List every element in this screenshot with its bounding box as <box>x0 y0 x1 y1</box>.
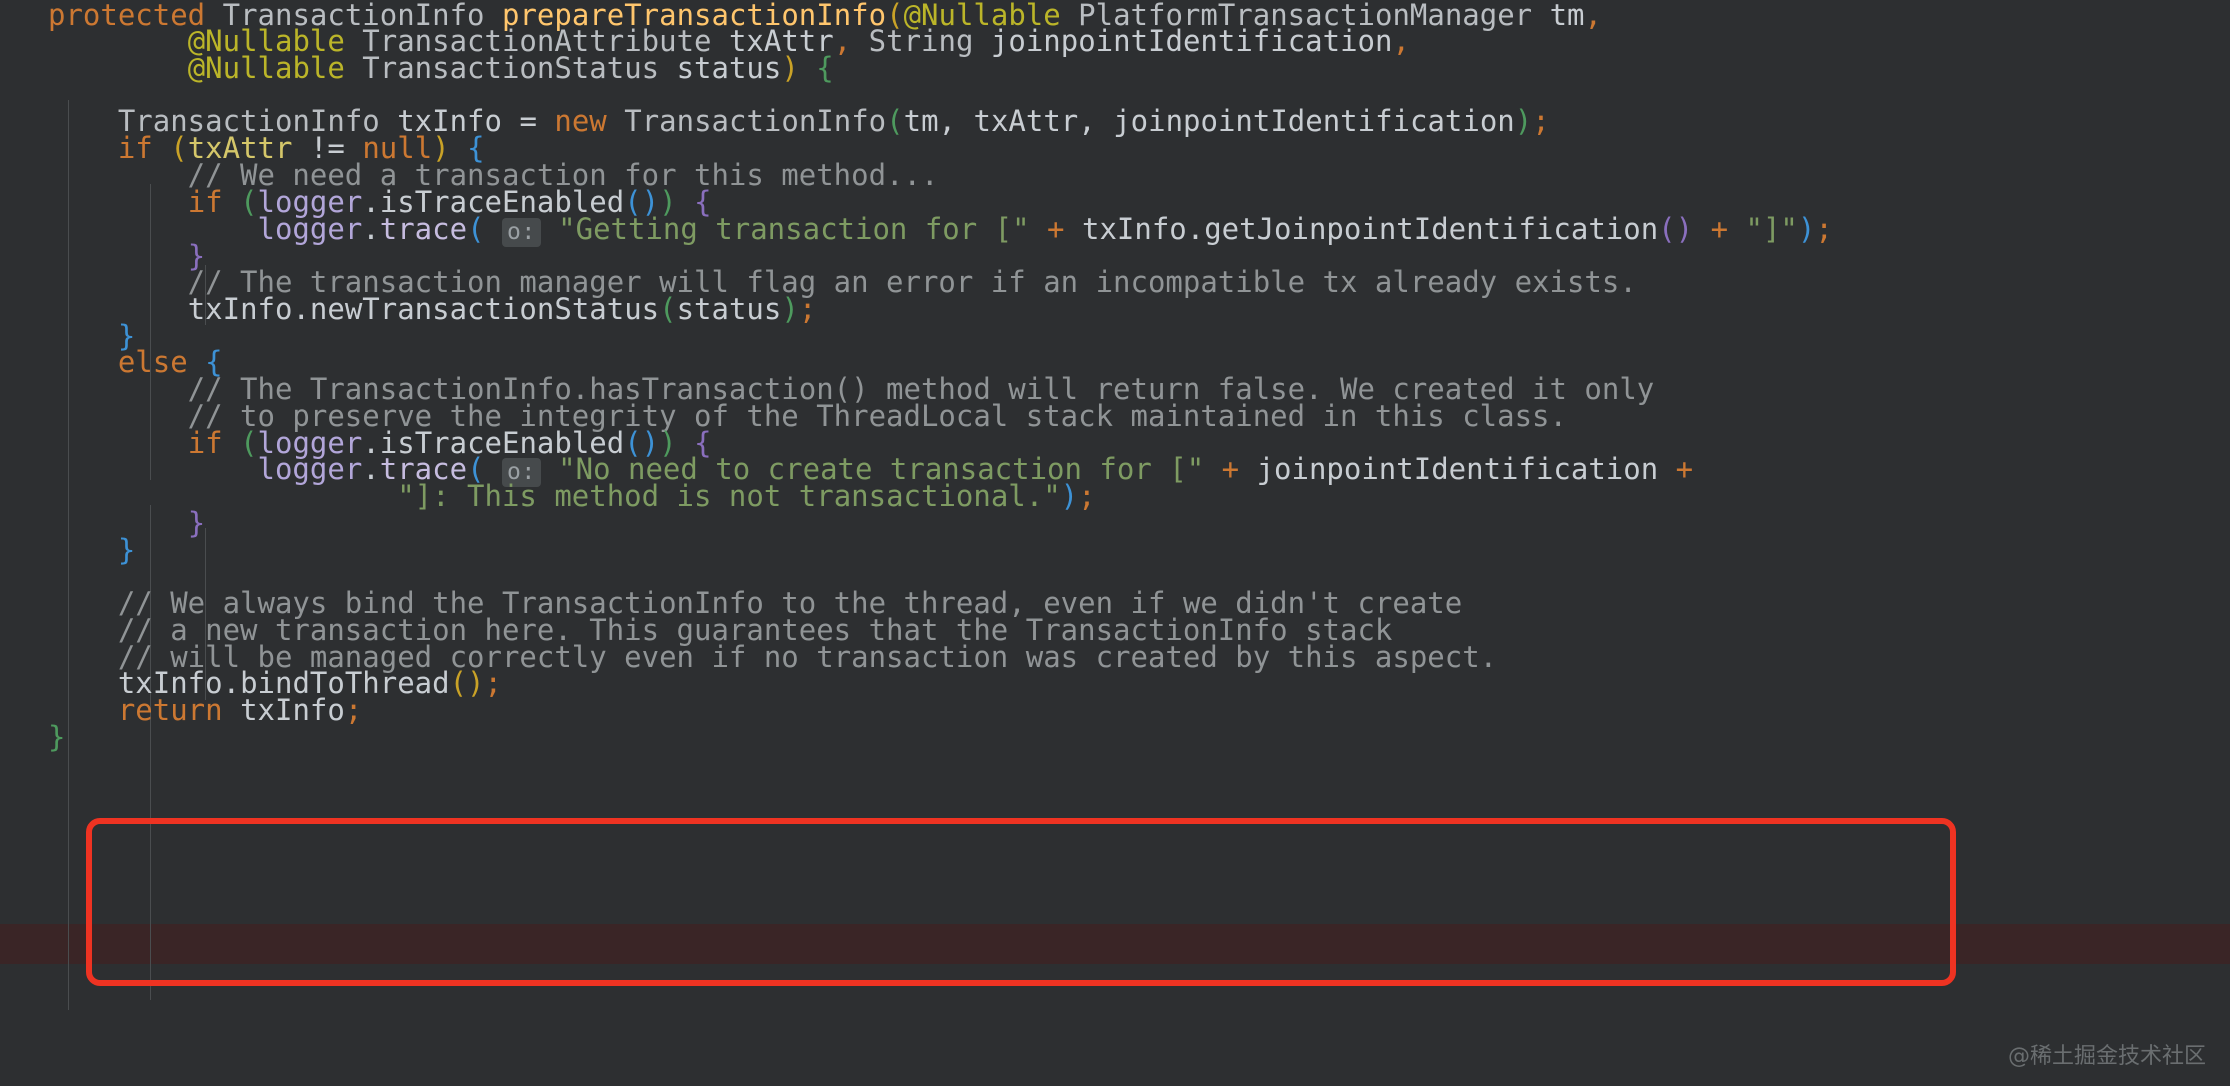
inlay-hint-o: o: <box>502 218 541 247</box>
code-line[interactable]: } <box>48 718 65 758</box>
code-line[interactable]: return txInfo; <box>48 691 362 731</box>
code-editor[interactable]: protected TransactionInfo prepareTransac… <box>0 0 2230 1086</box>
code-line[interactable]: txInfo.newTransactionStatus(status); <box>48 290 817 330</box>
caret-line-highlight <box>0 924 2230 964</box>
watermark-label: @稀土掘金技术社区 <box>2007 1044 2206 1069</box>
code-line[interactable]: logger.trace( o: "Getting transaction fo… <box>48 210 1833 250</box>
code-line[interactable]: } <box>48 531 135 571</box>
code-text-layer[interactable]: protected TransactionInfo prepareTransac… <box>0 0 1833 1086</box>
code-line[interactable]: @Nullable TransactionStatus status) { <box>48 49 834 89</box>
indent-guide <box>150 505 151 1000</box>
